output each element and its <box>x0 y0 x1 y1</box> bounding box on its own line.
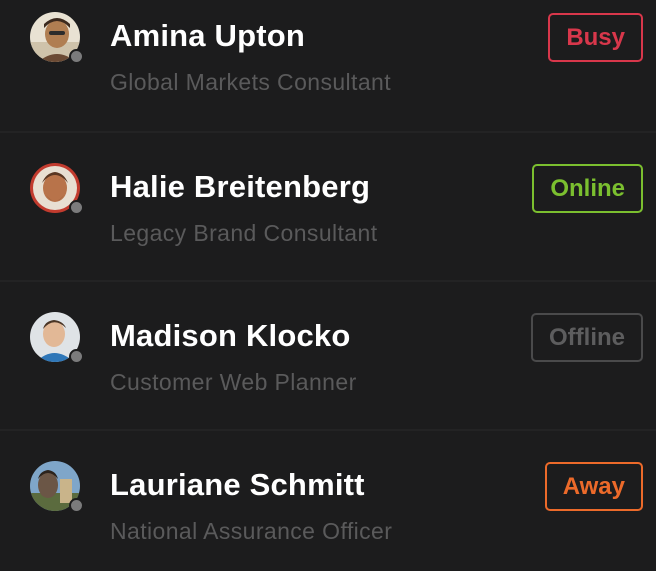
list-item-contact[interactable]: Madison Klocko Customer Web Planner Offl… <box>0 282 656 431</box>
contact-list: Amina Upton Global Markets Consultant Bu… <box>0 0 656 569</box>
presence-dot <box>69 49 84 64</box>
contact-name: Madison Klocko <box>110 318 351 353</box>
status-badge: Offline <box>531 313 643 362</box>
list-item-contact[interactable]: Halie Breitenberg Legacy Brand Consultan… <box>0 133 656 282</box>
contact-job-title: Legacy Brand Consultant <box>110 220 378 246</box>
contact-job-title: National Assurance Officer <box>110 518 393 544</box>
avatar[interactable] <box>30 12 84 64</box>
status-badge: Online <box>532 164 643 213</box>
contact-name: Amina Upton <box>110 18 306 53</box>
presence-dot <box>69 200 84 215</box>
contact-job-title: Global Markets Consultant <box>110 69 392 95</box>
list-item-contact[interactable]: Lauriane Schmitt National Assurance Offi… <box>0 431 656 571</box>
presence-dot <box>69 349 84 364</box>
contact-name: Lauriane Schmitt <box>110 467 365 502</box>
status-badge: Away <box>544 462 643 511</box>
avatar[interactable] <box>30 461 84 513</box>
contact-job-title: Customer Web Planner <box>110 369 357 395</box>
contact-name: Halie Breitenberg <box>110 169 371 204</box>
list-item-contact[interactable]: Amina Upton Global Markets Consultant Bu… <box>0 0 656 133</box>
presence-dot <box>69 498 84 513</box>
avatar[interactable] <box>30 312 84 364</box>
avatar[interactable] <box>30 163 84 215</box>
status-badge: Busy <box>548 13 643 62</box>
